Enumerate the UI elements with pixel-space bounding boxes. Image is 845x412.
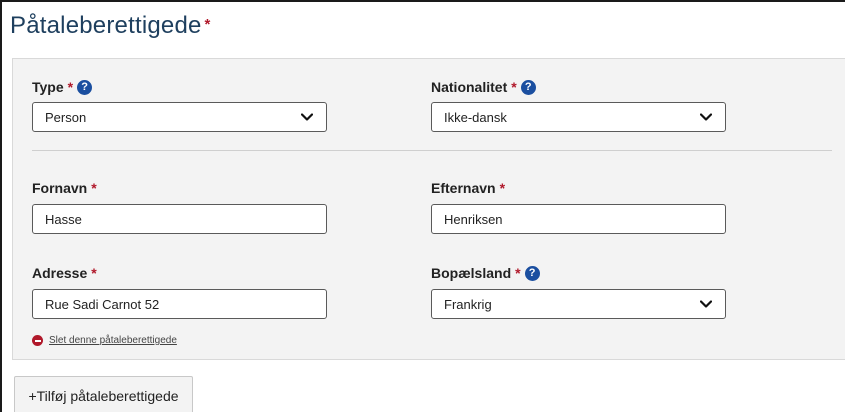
question-circle-icon[interactable]: ? bbox=[77, 79, 93, 95]
country-select[interactable]: Frankrig bbox=[431, 289, 726, 319]
question-circle-icon[interactable]: ? bbox=[524, 265, 540, 281]
required-marker: * bbox=[499, 180, 506, 196]
last-name-value: Henriksen bbox=[444, 211, 503, 227]
first-name-label-text: Fornavn bbox=[32, 180, 88, 196]
nationality-label-text: Nationalitet bbox=[431, 79, 508, 95]
chevron-down-icon bbox=[699, 297, 713, 311]
add-claimant-button[interactable]: +Tilføj påtaleberettigede bbox=[14, 376, 193, 412]
section-title: Påtaleberettigede * bbox=[10, 12, 211, 40]
required-marker: * bbox=[91, 265, 97, 281]
last-name-field[interactable]: Henriksen bbox=[431, 204, 726, 234]
delete-claimant-label: Slet denne påtaleberettigede bbox=[49, 335, 177, 346]
required-marker: * bbox=[511, 79, 517, 95]
first-name-field[interactable]: Hasse bbox=[32, 204, 327, 234]
nationality-select-value: Ikke-dansk bbox=[444, 109, 507, 125]
address-field[interactable]: Rue Sadi Carnot 52 bbox=[32, 289, 327, 319]
minus-circle-icon bbox=[32, 335, 43, 346]
type-label-text: Type bbox=[32, 79, 64, 95]
last-name-label: Efternavn * bbox=[431, 180, 505, 196]
required-marker: * bbox=[91, 180, 97, 196]
chevron-down-icon bbox=[699, 110, 713, 124]
chevron-down-icon bbox=[300, 110, 314, 124]
country-select-value: Frankrig bbox=[444, 296, 492, 312]
first-name-label: Fornavn * bbox=[32, 180, 97, 196]
question-circle-icon[interactable]: ? bbox=[520, 79, 536, 95]
address-label: Adresse * bbox=[32, 265, 97, 281]
required-marker: * bbox=[515, 265, 521, 281]
section-title-text: Påtaleberettigede bbox=[10, 12, 202, 39]
required-marker: * bbox=[67, 79, 74, 95]
type-select-value: Person bbox=[45, 109, 87, 125]
required-marker: * bbox=[204, 16, 211, 33]
section-divider bbox=[32, 150, 832, 151]
type-select[interactable]: Person bbox=[32, 102, 327, 132]
last-name-label-text: Efternavn bbox=[431, 180, 496, 196]
country-label: Bopælsland * ? bbox=[431, 265, 540, 281]
address-value: Rue Sadi Carnot 52 bbox=[45, 296, 160, 312]
nationality-select[interactable]: Ikke-dansk bbox=[431, 102, 726, 132]
country-label-text: Bopælsland bbox=[431, 265, 512, 281]
delete-claimant-link[interactable]: Slet denne påtaleberettigede bbox=[32, 335, 177, 346]
address-label-text: Adresse bbox=[32, 265, 88, 281]
nationality-label: Nationalitet * ? bbox=[431, 79, 536, 95]
first-name-value: Hasse bbox=[45, 211, 82, 227]
type-label: Type * ? bbox=[32, 79, 93, 95]
